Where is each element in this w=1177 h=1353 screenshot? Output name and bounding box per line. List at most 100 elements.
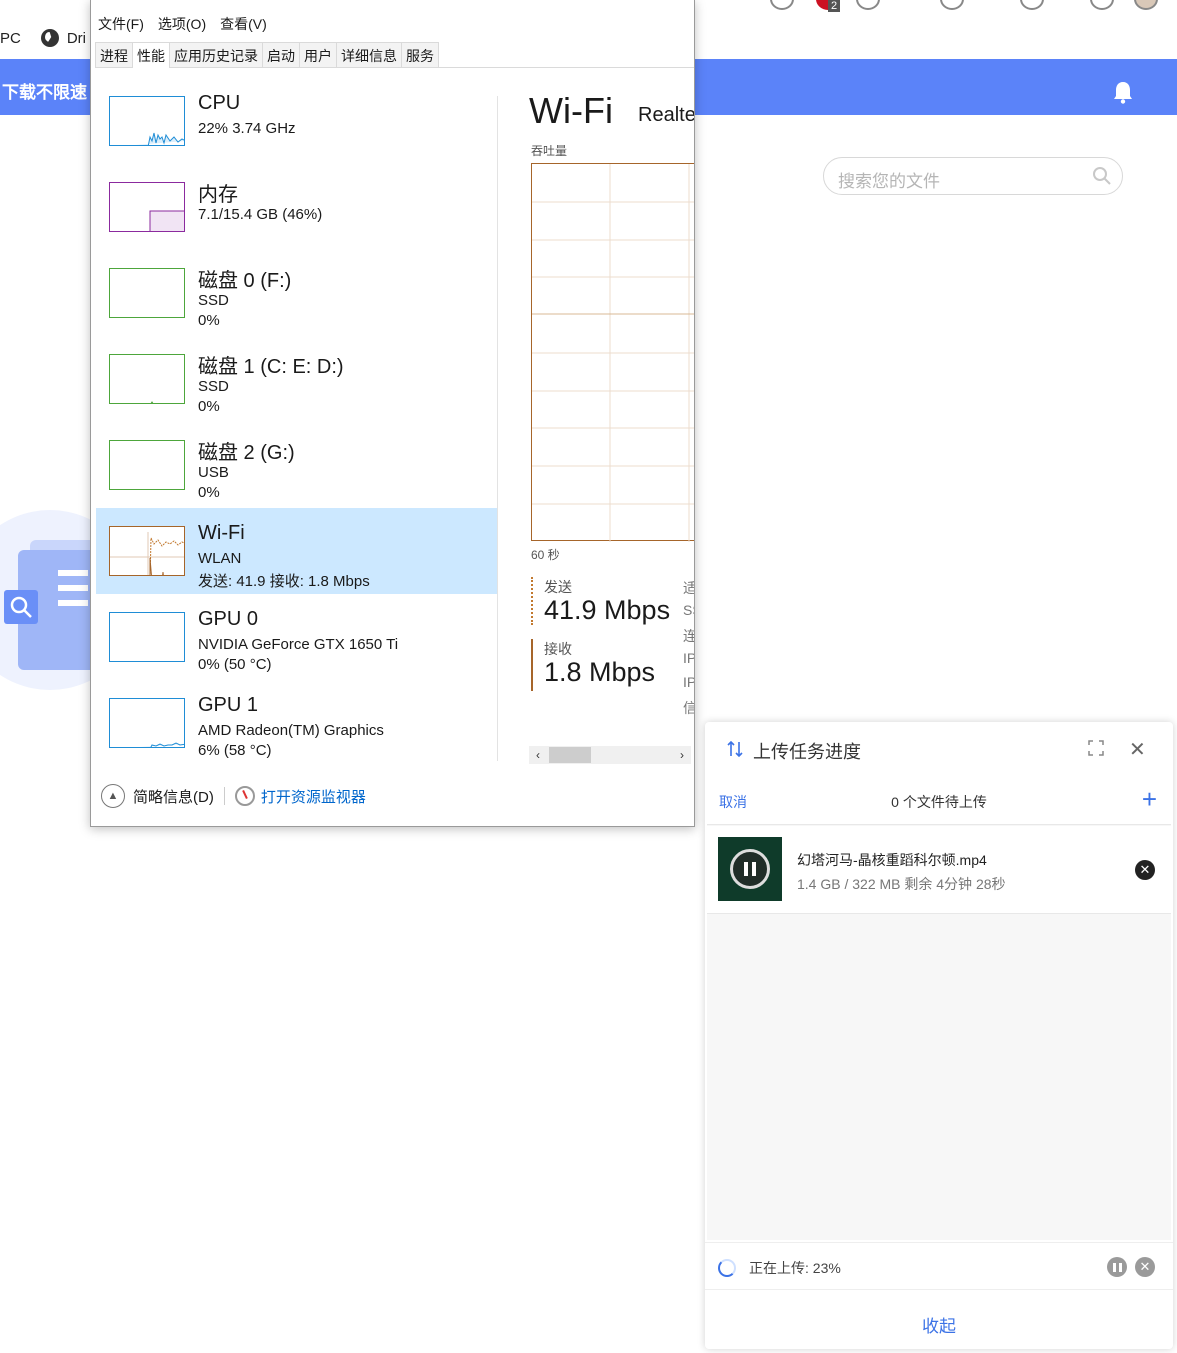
file-search-input[interactable]: 搜索您的文件 xyxy=(823,157,1123,195)
menu-file[interactable]: 文件(F) xyxy=(98,14,144,34)
upload-status-text: 正在上传: 23% xyxy=(749,1260,841,1276)
resource-monitor-link[interactable]: 打开资源监视器 xyxy=(261,786,366,807)
upload-progress-panel: 上传任务进度 ✕ 取消 0 个文件待上传 + 幻塔河马-晶核重蹈科尔顿.mp4 … xyxy=(705,722,1173,1349)
notification-badge: 2 xyxy=(828,0,841,12)
menu-options[interactable]: 选项(O) xyxy=(158,14,206,34)
tab-services[interactable]: 服务 xyxy=(401,42,439,67)
resource-item-disk-0[interactable]: 磁盘 0 (F:) SSD 0% xyxy=(96,250,498,336)
tab-bar: 进程 性能 应用历史记录 启动 用户 详细信息 服务 xyxy=(95,42,694,68)
resource-title: CPU xyxy=(198,92,241,114)
pending-count: 0 个文件待上传 xyxy=(891,794,987,810)
scroll-left-icon[interactable]: ‹ xyxy=(529,746,547,764)
search-icon[interactable] xyxy=(1092,166,1112,186)
search-placeholder: 搜索您的文件 xyxy=(838,172,940,191)
disk-mini-graph xyxy=(109,354,185,404)
file-progress-meta: 1.4 GB / 322 MB 剩余 4分钟 28秒 xyxy=(797,876,1006,892)
extension-icon[interactable] xyxy=(770,0,794,10)
extension-icon[interactable] xyxy=(1020,0,1044,10)
resource-detail: 22% 3.74 GHz xyxy=(198,120,296,137)
tab-users[interactable]: 用户 xyxy=(299,42,337,67)
resource-monitor-icon xyxy=(234,786,255,806)
expand-icon[interactable] xyxy=(1087,739,1105,757)
horizontal-scrollbar[interactable]: ‹ › xyxy=(529,746,691,764)
resource-usage: 0% xyxy=(198,398,220,415)
resource-usage: 6% (58 °C) xyxy=(198,742,272,759)
throughput-label: 吞吐量 xyxy=(531,144,568,158)
send-stat: 发送 41.9 Mbps xyxy=(531,577,691,625)
resource-item-disk-1[interactable]: 磁盘 1 (C: E: D:) SSD 0% xyxy=(96,336,498,422)
browser-extension-icons: 2 xyxy=(690,0,1177,12)
upload-status-bar: 正在上传: 23% ✕ xyxy=(705,1242,1173,1290)
memory-mini-graph xyxy=(109,182,185,232)
resource-item-disk-2[interactable]: 磁盘 2 (G:) USB 0% xyxy=(96,422,498,508)
summary-toggle[interactable]: 简略信息(D) xyxy=(133,786,214,807)
truncated-label: SS xyxy=(683,602,694,618)
resource-detail: SSD xyxy=(198,292,229,309)
resource-title: 磁盘 1 (C: E: D:) xyxy=(198,356,344,378)
pause-icon[interactable] xyxy=(730,849,770,889)
cancel-all-icon[interactable]: ✕ xyxy=(1135,1257,1155,1277)
footer-bar: ▲ 简略信息(D) 打开资源监视器 xyxy=(101,784,366,808)
bookmark-item[interactable]: PC xyxy=(0,30,21,47)
resource-detail: AMD Radeon(TM) Graphics xyxy=(198,722,384,739)
resource-item-gpu-1[interactable]: GPU 1 AMD Radeon(TM) Graphics 6% (58 °C) xyxy=(96,680,498,766)
throughput-graph xyxy=(531,163,694,542)
bookmark-label: PC xyxy=(0,29,21,47)
receive-stat: 接收 1.8 Mbps xyxy=(531,639,691,691)
extension-icon[interactable] xyxy=(940,0,964,10)
resource-usage: 0% xyxy=(198,312,220,329)
transfer-arrows-icon xyxy=(727,740,743,758)
resource-title: 磁盘 2 (G:) xyxy=(198,442,295,464)
banner-text[interactable]: 下载不限速 xyxy=(2,78,87,103)
tab-app-history[interactable]: 应用历史记录 xyxy=(169,42,263,67)
tab-processes[interactable]: 进程 xyxy=(95,42,133,67)
scroll-right-icon[interactable]: › xyxy=(673,746,691,764)
chevron-up-icon[interactable]: ▲ xyxy=(101,784,125,808)
profile-avatar[interactable] xyxy=(1134,0,1158,10)
resource-detail: SSD xyxy=(198,378,229,395)
gpu-mini-graph xyxy=(109,612,185,662)
collapse-button[interactable]: 收起 xyxy=(705,1312,1173,1337)
resource-detail: WLAN xyxy=(198,550,242,567)
scroll-thumb[interactable] xyxy=(549,747,591,763)
upload-toolbar: 取消 0 个文件待上传 + xyxy=(707,776,1171,825)
resource-detail: 7.1/15.4 GB (46%) xyxy=(198,206,323,223)
resource-title: GPU 0 xyxy=(198,608,259,630)
time-span-label: 60 秒 xyxy=(531,548,560,562)
remove-file-icon[interactable]: ✕ xyxy=(1135,860,1155,880)
truncated-label: 信 xyxy=(683,698,694,718)
upload-list: 取消 0 个文件待上传 + 幻塔河马-晶核重蹈科尔顿.mp4 1.4 GB / … xyxy=(707,776,1171,1240)
menu-bar: 文件(F) 选项(O) 查看(V) xyxy=(98,14,267,34)
bell-icon[interactable] xyxy=(1112,80,1134,104)
loading-spinner-icon xyxy=(718,1259,736,1277)
resource-usage: 0% xyxy=(198,484,220,501)
gpu-mini-graph xyxy=(109,698,185,748)
pause-all-icon[interactable] xyxy=(1107,1257,1127,1277)
resource-item-memory[interactable]: 内存 7.1/15.4 GB (46%) xyxy=(96,164,498,250)
truncated-label: IP xyxy=(683,674,695,690)
extension-icon[interactable] xyxy=(1090,0,1114,10)
globe-icon xyxy=(40,29,59,47)
receive-value: 1.8 Mbps xyxy=(544,657,656,687)
bookmark-item[interactable]: Dri xyxy=(40,29,86,47)
tab-performance[interactable]: 性能 xyxy=(132,42,170,68)
panel-divider[interactable] xyxy=(497,96,498,761)
menu-view[interactable]: 查看(V) xyxy=(220,14,267,34)
panel-title: 上传任务进度 xyxy=(753,742,861,762)
close-icon[interactable]: ✕ xyxy=(1129,737,1146,762)
resource-item-cpu[interactable]: CPU 22% 3.74 GHz xyxy=(96,78,498,164)
tab-startup[interactable]: 启动 xyxy=(262,42,300,67)
upload-file-item[interactable]: 幻塔河马-晶核重蹈科尔顿.mp4 1.4 GB / 322 MB 剩余 4分钟 … xyxy=(707,826,1171,914)
resource-item-gpu-0[interactable]: GPU 0 NVIDIA GeForce GTX 1650 Ti 0% (50 … xyxy=(96,594,498,680)
extension-icon[interactable] xyxy=(856,0,880,10)
footer-separator xyxy=(223,787,225,805)
resource-title: 磁盘 0 (F:) xyxy=(198,270,292,292)
task-manager-window: 文件(F) 选项(O) 查看(V) 进程 性能 应用历史记录 启动 用户 详细信… xyxy=(90,0,695,827)
resource-detail: NVIDIA GeForce GTX 1650 Ti xyxy=(198,636,399,653)
resource-title: GPU 1 xyxy=(198,694,259,716)
tab-details[interactable]: 详细信息 xyxy=(336,42,402,67)
add-file-button[interactable]: + xyxy=(1142,784,1157,815)
resource-item-wifi[interactable]: Wi-Fi WLAN 发送: 41.9 接收: 1.8 Mbps xyxy=(96,508,498,594)
resource-list: CPU 22% 3.74 GHz 内存 7.1/15.4 GB (46%) 磁盘… xyxy=(96,78,498,766)
cpu-mini-graph xyxy=(109,96,185,146)
